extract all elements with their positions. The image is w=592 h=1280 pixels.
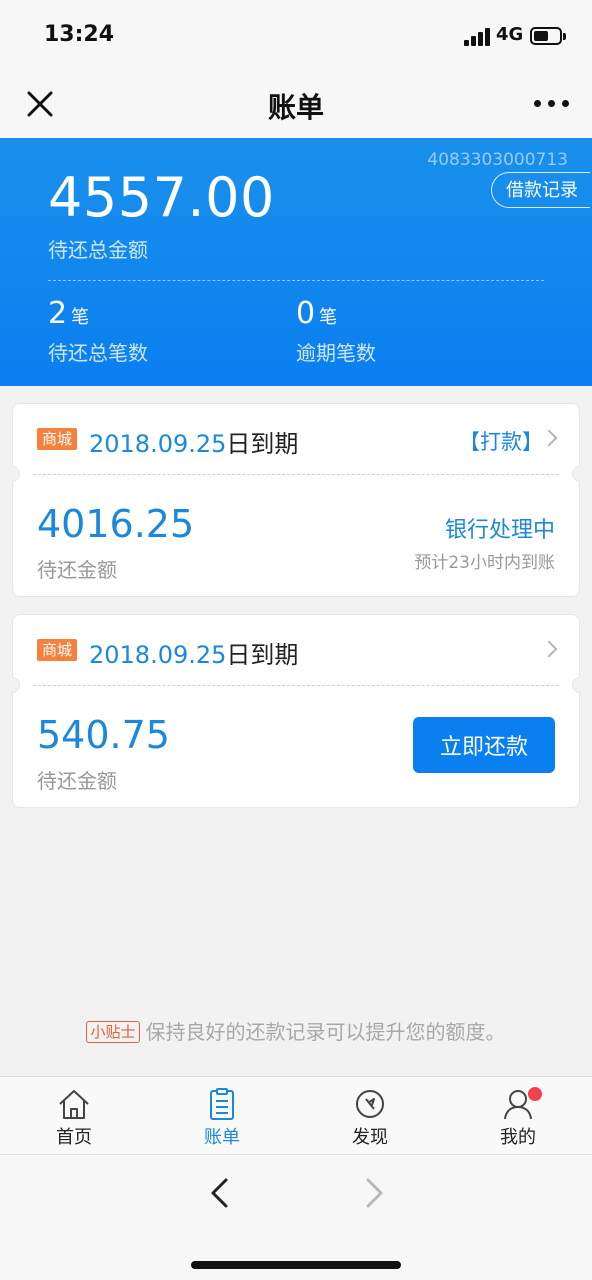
nav-bar: 账单 (0, 72, 592, 138)
compass-icon (356, 1090, 384, 1118)
status-time: 13:24 (44, 22, 115, 47)
pending-count-stat: 2笔 待还总笔数 (48, 296, 148, 366)
card-divider (33, 685, 559, 686)
tab-label: 发现 (352, 1127, 388, 1148)
network-type: 4G (496, 24, 524, 45)
tab-label: 我的 (500, 1127, 536, 1148)
battery-icon (530, 27, 566, 45)
card-divider (33, 474, 559, 475)
tab-discover[interactable]: 发现 (296, 1077, 444, 1155)
bill-summary: 4083303000713 借款记录 4557.00 待还总金额 2笔 待还总笔… (0, 138, 592, 386)
tab-home[interactable]: 首页 (0, 1077, 148, 1155)
bill-amount: 4016.25 (37, 502, 195, 546)
mall-tag: 商城 (37, 428, 78, 450)
bill-card-header[interactable]: 商城 2018.09.25日到期 【打款】 (13, 404, 579, 474)
forward-arrow-icon[interactable] (356, 1175, 392, 1211)
overdue-count-label: 逾期笔数 (296, 341, 376, 365)
due-date: 2018.09.25日到期 (89, 635, 298, 670)
browser-toolbar (0, 1154, 592, 1280)
bill-amount-label: 待还金额 (37, 769, 117, 793)
tip-text: 保持良好的还款记录可以提升您的额度。 (145, 1020, 506, 1044)
more-icon[interactable] (528, 96, 576, 112)
tip-badge: 小贴士 (86, 1021, 140, 1043)
tab-bill[interactable]: 账单 (148, 1077, 296, 1155)
tab-bar: 首页 账单 发现 我的 (0, 1076, 592, 1154)
mall-tag: 商城 (37, 639, 78, 661)
home-icon (59, 1090, 89, 1119)
tab-label: 账单 (204, 1127, 240, 1148)
repay-now-button[interactable]: 立即还款 (413, 717, 555, 773)
pending-count: 2 (48, 296, 68, 331)
bill-amount-label: 待还金额 (37, 558, 117, 582)
tip: 小贴士 保持良好的还款记录可以提升您的额度。 (0, 1016, 592, 1045)
status-bar: 13:24 4G (0, 0, 592, 72)
summary-divider (48, 280, 544, 281)
bill-card[interactable]: 商城 2018.09.25日到期 540.75 待还金额 立即还款 (12, 614, 580, 808)
bill-icon (210, 1088, 234, 1120)
notification-dot (528, 1087, 542, 1101)
pending-count-label: 待还总笔数 (48, 341, 148, 365)
account-number: 4083303000713 (427, 150, 568, 170)
tab-mine[interactable]: 我的 (444, 1077, 592, 1155)
due-date: 2018.09.25日到期 (89, 424, 298, 459)
due-date-value: 2018.09.25 (89, 430, 227, 458)
overdue-count-stat: 0笔 逾期笔数 (296, 296, 376, 366)
card-notch (12, 677, 20, 693)
card-notch (572, 677, 580, 693)
back-arrow-icon[interactable] (202, 1175, 238, 1211)
loan-record-button[interactable]: 借款记录 (491, 172, 590, 208)
card-notch (12, 466, 20, 482)
card-notch (572, 466, 580, 482)
chevron-right-icon[interactable] (540, 429, 558, 447)
bill-status: 银行处理中 (444, 518, 555, 543)
due-suffix: 日到期 (226, 430, 299, 458)
pending-unit: 笔 (71, 307, 90, 328)
home-indicator[interactable] (191, 1261, 401, 1269)
signal-icon (464, 28, 492, 46)
transfer-link[interactable]: 【打款】 (459, 426, 543, 456)
page-title: 账单 (267, 91, 324, 124)
tab-label: 首页 (56, 1127, 92, 1148)
total-amount-label: 待还总金额 (48, 238, 148, 262)
chevron-right-icon[interactable] (540, 640, 558, 658)
total-amount: 4557.00 (48, 166, 275, 229)
bill-amount: 540.75 (37, 713, 170, 757)
bill-status-note: 预计23小时内到账 (414, 553, 555, 573)
bill-card[interactable]: 商城 2018.09.25日到期 【打款】 4016.25 待还金额 银行处理中… (12, 403, 580, 597)
overdue-unit: 笔 (319, 307, 338, 328)
bill-card-header[interactable]: 商城 2018.09.25日到期 (13, 615, 579, 685)
due-suffix: 日到期 (226, 641, 299, 669)
overdue-count: 0 (296, 296, 316, 331)
due-date-value: 2018.09.25 (89, 641, 227, 669)
